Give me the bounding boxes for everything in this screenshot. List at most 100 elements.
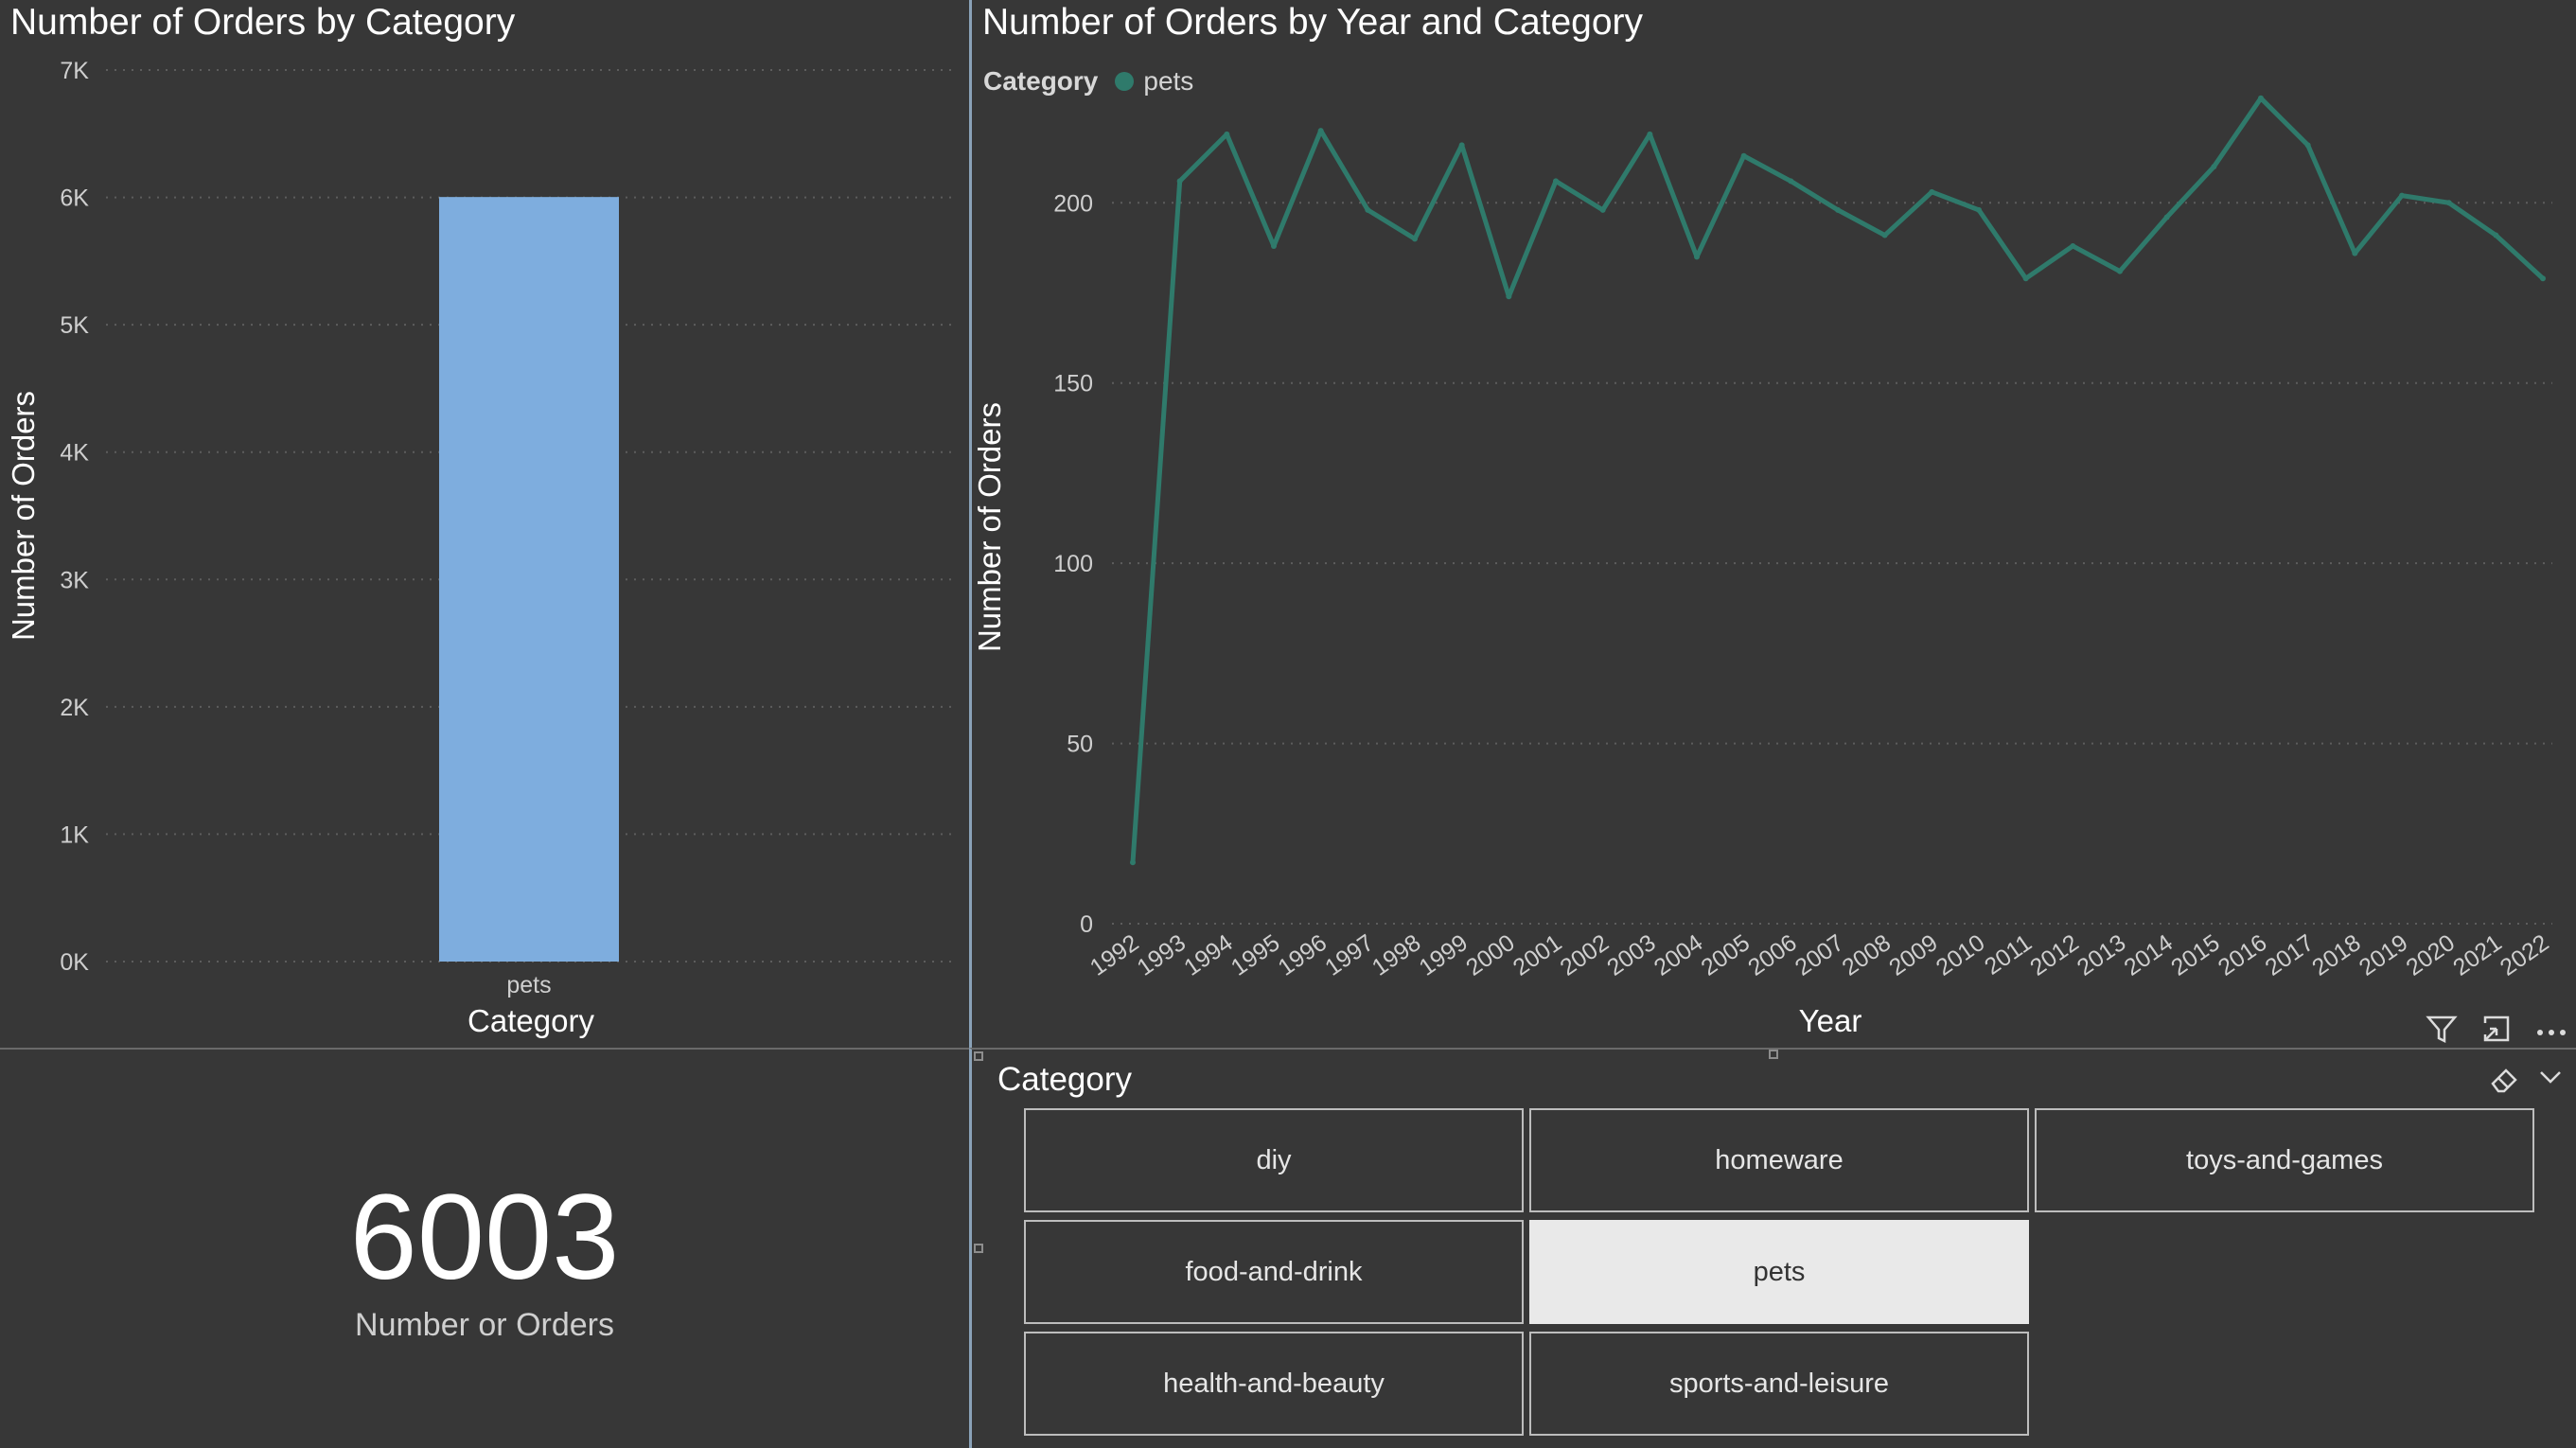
x-tick-label: 1999	[1414, 929, 1473, 981]
x-axis-title: Year	[1799, 1003, 1862, 1038]
data-point	[1553, 178, 1559, 185]
y-tick-label: 7K	[60, 58, 89, 84]
data-point	[2211, 164, 2217, 170]
x-tick-label: 2008	[1837, 929, 1896, 981]
x-tick-label: 2001	[1509, 929, 1567, 981]
slicer-item-diy[interactable]: diy	[1024, 1108, 1524, 1212]
x-tick-label: 2009	[1884, 929, 1943, 981]
y-tick-label: 100	[1053, 551, 1093, 577]
data-point	[2493, 232, 2499, 238]
x-axis-title: Category	[468, 1003, 594, 1038]
x-tick-label: 2012	[2025, 929, 2084, 981]
data-point	[1976, 206, 1982, 213]
x-tick-label: 1997	[1320, 929, 1379, 981]
y-axis-title: Number of Orders	[972, 402, 1007, 652]
x-tick-label: 2018	[2307, 929, 2366, 981]
x-tick-label: 2011	[1980, 929, 2037, 980]
chevron-down-icon[interactable]	[2536, 1063, 2565, 1103]
data-point	[2258, 95, 2264, 101]
x-tick-label: 2020	[2401, 929, 2460, 981]
kpi-card[interactable]: 6003 Number or Orders	[0, 1048, 969, 1448]
data-point	[2070, 242, 2076, 249]
x-tick-label: 2022	[2496, 929, 2554, 981]
x-tick-label: 2016	[2214, 929, 2272, 981]
line-chart-panel[interactable]: Number of Orders by Year and Category Ca…	[969, 0, 2576, 1048]
x-tick-label: 2013	[2073, 929, 2131, 981]
data-point	[1412, 236, 1418, 242]
slicer-item-health-and-beauty[interactable]: health-and-beauty	[1024, 1332, 1524, 1436]
y-tick-label: 5K	[60, 312, 89, 339]
y-tick-label: 2K	[60, 695, 89, 721]
x-tick-label: 1996	[1273, 929, 1332, 981]
data-point	[2540, 275, 2546, 282]
data-point	[1788, 178, 1794, 185]
bar-chart-panel[interactable]: Number of Orders by Category 0K 1K 2K 3K 4K 5…	[0, 0, 969, 1048]
slicer-tools	[2489, 1063, 2565, 1103]
data-point	[2445, 200, 2452, 206]
slicer-title: Category	[997, 1061, 1133, 1098]
focus-mode-icon[interactable]	[2479, 1012, 2514, 1046]
data-point	[2399, 192, 2405, 199]
more-options-icon[interactable]	[2534, 1012, 2568, 1046]
data-point	[2163, 214, 2170, 221]
y-tick-label: 200	[1053, 190, 1093, 217]
x-tick-label: 1992	[1085, 929, 1144, 981]
x-tick-label: 2000	[1461, 929, 1520, 981]
resize-handle[interactable]	[974, 1051, 983, 1061]
resize-handle[interactable]	[1769, 1050, 1778, 1059]
x-tick-label: 2003	[1602, 929, 1661, 981]
x-tick-label: 2006	[1743, 929, 1802, 981]
series-line-pets	[1130, 96, 2545, 863]
x-tick-label: 2007	[1791, 929, 1849, 981]
x-tick-label: 2015	[2166, 929, 2225, 981]
x-tick-label: 1994	[1179, 929, 1238, 981]
resize-handle[interactable]	[974, 1244, 983, 1253]
category-slicer[interactable]: Category diy homeware toys-and-games food-a…	[969, 1048, 2576, 1448]
data-point	[2022, 275, 2029, 282]
data-point	[1694, 254, 1700, 260]
visual-header-icons	[2425, 1012, 2568, 1046]
slicer-items: diy homeware toys-and-games food-and-drink p…	[1024, 1108, 2557, 1436]
y-tick-label: 3K	[60, 567, 89, 593]
data-point	[2352, 250, 2358, 256]
slicer-item-sports-and-leisure[interactable]: sports-and-leisure	[1529, 1332, 2029, 1436]
data-point	[1506, 293, 1512, 300]
data-point	[1835, 206, 1841, 213]
y-tick-label: 150	[1053, 371, 1093, 397]
data-point	[1271, 242, 1277, 249]
bar-chart: 0K 1K 2K 3K 4K 5K 6K 7K pets Category Number of Or…	[6, 58, 956, 1038]
data-point	[1317, 128, 1324, 134]
x-tick-label: 2002	[1555, 929, 1614, 981]
y-tick-label: 50	[1067, 732, 1093, 758]
x-tick-label: 2017	[2260, 929, 2319, 981]
x-tick-label: pets	[506, 972, 551, 998]
data-point	[2304, 142, 2311, 149]
slicer-item-food-and-drink[interactable]: food-and-drink	[1024, 1220, 1524, 1324]
data-point	[1365, 206, 1371, 213]
slicer-item-pets[interactable]: pets	[1529, 1220, 2029, 1324]
y-tick-label: 1K	[60, 821, 89, 848]
data-point	[1881, 232, 1888, 238]
y-axis-title: Number of Orders	[6, 391, 41, 641]
data-point	[1929, 188, 1935, 195]
data-point	[2117, 268, 2123, 274]
slicer-item-toys-and-games[interactable]: toys-and-games	[2035, 1108, 2534, 1212]
data-point	[1740, 152, 1747, 159]
x-tick-label: 2010	[1932, 929, 1990, 981]
filter-icon[interactable]	[2425, 1012, 2459, 1046]
data-point	[1599, 206, 1606, 213]
data-point	[1647, 131, 1653, 137]
x-tick-label: 2005	[1696, 929, 1755, 981]
slicer-item-homeware[interactable]: homeware	[1529, 1108, 2029, 1212]
x-tick-label: 1993	[1132, 929, 1191, 981]
data-point	[1224, 131, 1230, 137]
bar-pets	[439, 197, 619, 962]
kpi-value: 6003	[349, 1170, 620, 1305]
y-tick-label: 4K	[60, 440, 89, 467]
x-tick-label: 1995	[1226, 929, 1285, 981]
x-tick-label: 1998	[1367, 929, 1426, 981]
eraser-icon[interactable]	[2489, 1063, 2521, 1103]
x-tick-label: 2019	[2355, 929, 2413, 981]
data-point	[1176, 178, 1183, 185]
kpi-label: Number or Orders	[355, 1307, 614, 1343]
